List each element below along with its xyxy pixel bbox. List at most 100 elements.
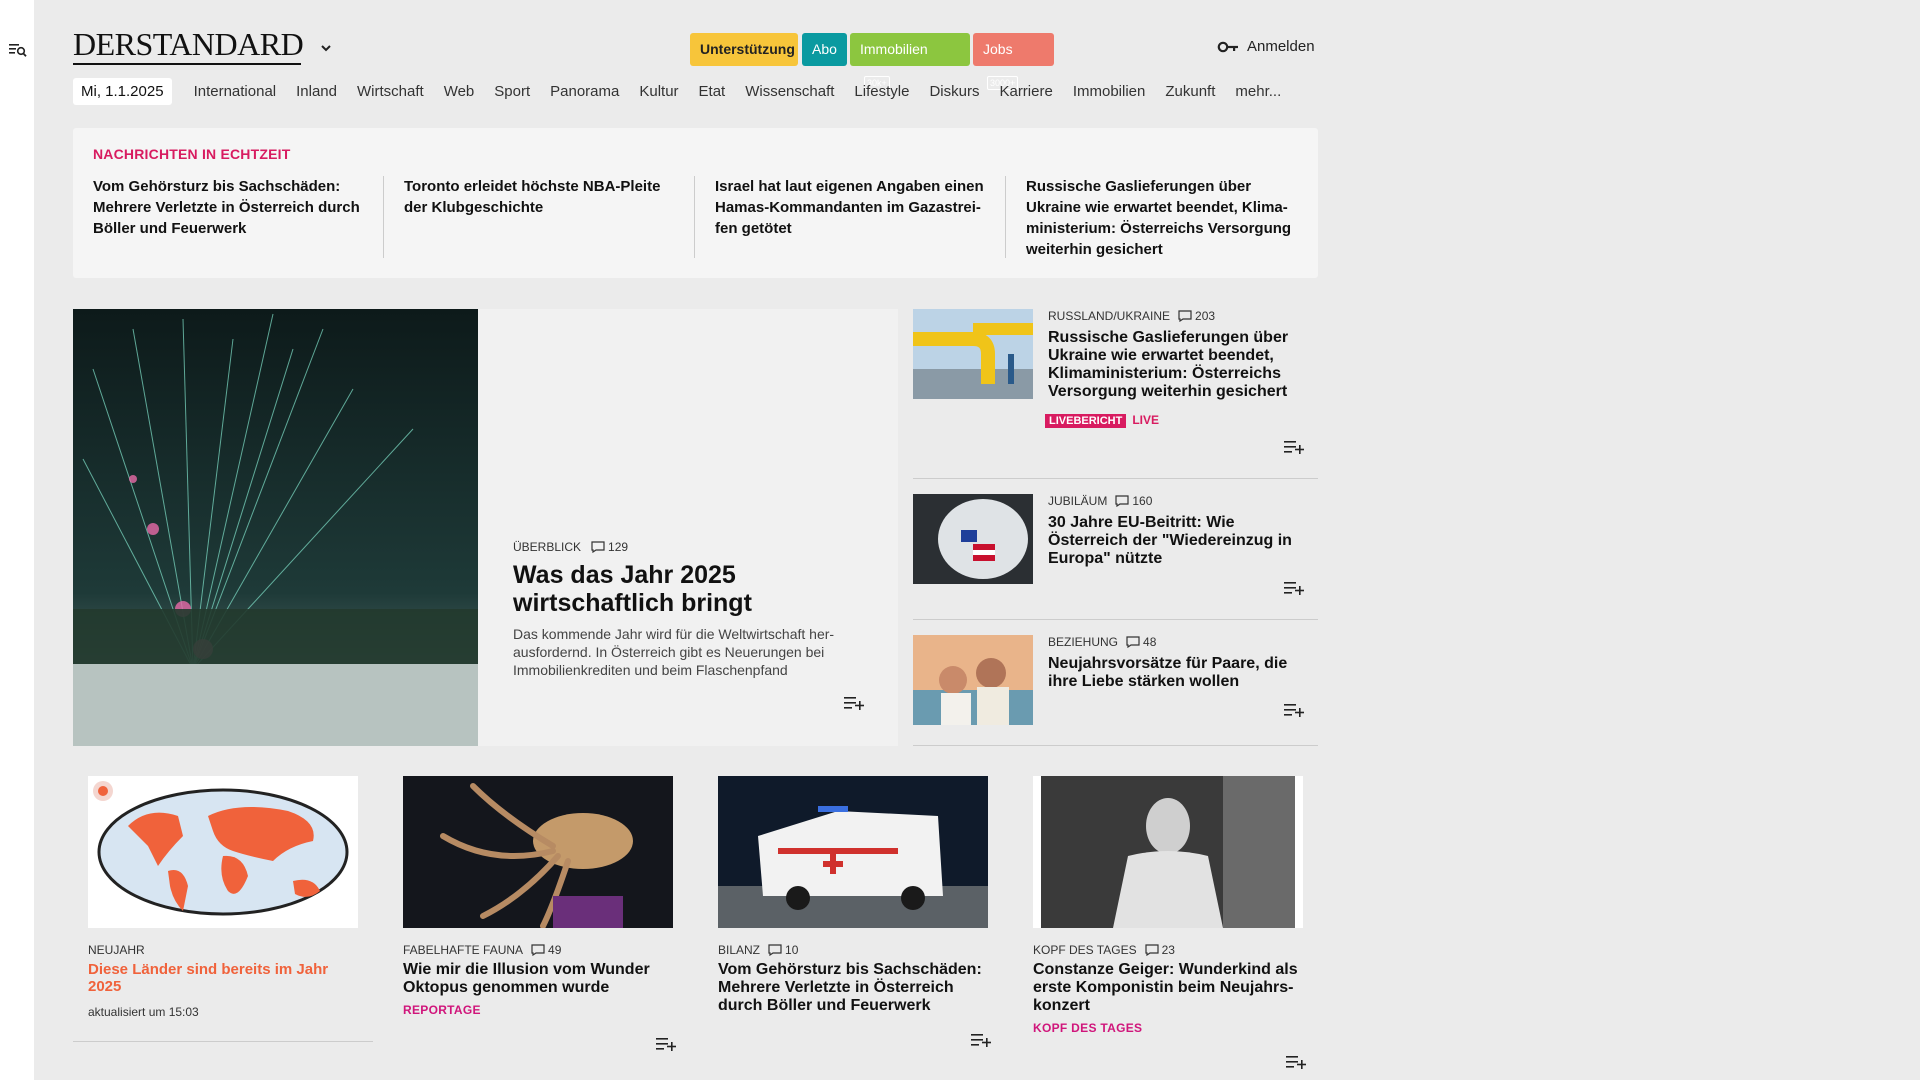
- comment-icon: [531, 944, 545, 956]
- live-ticker: NACHRICHTEN IN ECHTZEIT Vom Gehörsturz b…: [73, 128, 1318, 278]
- nav-item-zukunft[interactable]: Zukunft: [1155, 83, 1225, 100]
- card-title[interactable]: Wie mir die Illusion vom Wunder Oktopus …: [403, 961, 673, 997]
- side-category: JUBILÄUM: [1048, 494, 1108, 508]
- jobs-button[interactable]: Jobs 3000+: [973, 33, 1054, 90]
- card-comment-count: 10: [785, 943, 799, 957]
- comment-icon: [1126, 636, 1140, 648]
- card-comment-count: 23: [1161, 943, 1175, 957]
- card-category: BILANZ: [718, 943, 761, 957]
- nav-item-kultur[interactable]: Kultur: [629, 83, 688, 100]
- ticker-divider: [694, 176, 695, 258]
- add-to-list-icon[interactable]: [970, 1032, 992, 1048]
- left-rail: [0, 0, 34, 1080]
- comment-icon: [1115, 495, 1129, 507]
- ticker-item[interactable]: Vom Gehörsturz bis Sachschäden: Mehrere …: [93, 176, 383, 260]
- side-comments[interactable]: 48: [1126, 635, 1156, 649]
- ticker-list: Vom Gehörsturz bis Sachschäden: Mehrere …: [93, 176, 1316, 260]
- login-label: Anmelden: [1247, 38, 1315, 55]
- nav-item-etat[interactable]: Etat: [689, 83, 736, 100]
- side-comment-count: 48: [1143, 635, 1157, 649]
- ticker-heading: NACHRICHTEN IN ECHTZEIT: [93, 146, 291, 162]
- card-title[interactable]: Vom Gehörsturz bis Sachschäden: Mehrere …: [718, 961, 988, 1015]
- nav-item-panorama[interactable]: Panorama: [540, 83, 629, 100]
- abo-button[interactable]: Abo: [802, 33, 847, 66]
- divider: [913, 745, 1318, 746]
- portrait-engraving-image: [1033, 776, 1303, 928]
- add-to-list-icon[interactable]: [655, 1036, 677, 1052]
- article-card[interactable]: NEUJAHR Diese Länder sind bereits im Jah…: [88, 776, 358, 1019]
- card-title[interactable]: Diese Länder sind bereits im Jahr 2025: [88, 961, 358, 995]
- hero-article[interactable]: ÜBERBLICK 129 Was das Jahr 2025 wirtscha…: [73, 309, 898, 746]
- nav-item-international[interactable]: International: [184, 83, 287, 100]
- nav-item-inland[interactable]: Inland: [286, 83, 347, 100]
- nav-item-diskurs[interactable]: Diskurs: [919, 83, 989, 100]
- hero-kicker: ÜBERBLICK 129: [513, 540, 628, 554]
- ambulance-image: [718, 776, 988, 928]
- comment-icon: [1144, 944, 1159, 956]
- card-comments[interactable]: 49: [531, 943, 561, 957]
- side-kicker: RUSSLAND/UKRAINE 203: [1048, 309, 1215, 323]
- octopus-image: [403, 776, 673, 929]
- ticker-divider: [383, 176, 384, 258]
- add-to-list-icon[interactable]: [1283, 580, 1305, 596]
- site-logo[interactable]: DERSTANDARD: [73, 28, 304, 60]
- article-card[interactable]: BILANZ 10 Vom Gehörsturz bis Sachschäden…: [718, 776, 991, 1047]
- support-button[interactable]: Unterstützung: [690, 33, 798, 66]
- card-title[interactable]: Constanze Geiger: Wunderkind als erste K…: [1033, 961, 1303, 1015]
- side-comments[interactable]: 160: [1115, 494, 1152, 508]
- fireworks-image: [73, 309, 478, 746]
- side-article[interactable]: RUSSLAND/UKRAINE 203 Russische Gasliefer…: [913, 309, 1318, 459]
- nav-item-immobilien[interactable]: Immobilien: [1063, 83, 1156, 100]
- side-article[interactable]: JUBILÄUM 160 30 Jahre EU-Beitritt: Wie Ö…: [913, 494, 1318, 604]
- add-to-list-icon[interactable]: [843, 695, 865, 711]
- divider: [73, 1041, 373, 1042]
- nav-item-more[interactable]: mehr...: [1225, 83, 1291, 100]
- jobs-label: Jobs: [983, 41, 1013, 57]
- menu-search-icon[interactable]: [8, 42, 28, 58]
- card-kicker: KOPF DES TAGES 23: [1033, 943, 1303, 957]
- card-comment-count: 49: [548, 943, 562, 957]
- ticker-item[interactable]: Russische Gaslieferungen über Ukraine wi…: [1026, 176, 1316, 260]
- add-to-list-icon[interactable]: [1283, 702, 1305, 718]
- nav-item-wissenschaft[interactable]: Wissenschaft: [735, 83, 844, 100]
- immobilien-label: Immobilien: [860, 41, 928, 57]
- add-to-list-icon[interactable]: [1285, 1054, 1307, 1070]
- article-card[interactable]: FABELHAFTE FAUNA 49 Wie mir die Illusion…: [403, 776, 676, 1051]
- hero-category: ÜBERBLICK: [513, 540, 582, 554]
- card-kicker: BILANZ 10: [718, 943, 988, 957]
- ticker-item[interactable]: Israel hat laut eigenen Angaben einen Ha…: [715, 176, 1005, 260]
- hero-title[interactable]: Was das Jahr 2025 wirtschaftlich bringt: [513, 561, 853, 617]
- card-comments[interactable]: 10: [768, 943, 798, 957]
- side-title[interactable]: Neujahrsvorsätze für Paare, die ihre Lie…: [1048, 655, 1303, 691]
- key-icon: [1217, 41, 1238, 52]
- immobilien-button[interactable]: Immobilien 30k+: [850, 33, 970, 90]
- add-to-list-icon[interactable]: [1283, 439, 1305, 455]
- nav-item-web[interactable]: Web: [434, 83, 485, 100]
- logo-underline: [73, 63, 301, 65]
- card-category: FABELHAFTE FAUNA: [403, 943, 524, 957]
- card-kicker: NEUJAHR: [88, 943, 358, 957]
- side-title[interactable]: Russische Gaslieferungen über Ukraine wi…: [1048, 329, 1303, 401]
- hero-comments[interactable]: 129: [591, 540, 628, 554]
- chevron-down-icon[interactable]: [318, 40, 334, 56]
- comment-icon: [591, 541, 605, 553]
- divider: [913, 478, 1318, 479]
- article-card[interactable]: KOPF DES TAGES 23 Constanze Geiger: Wund…: [1033, 776, 1306, 1069]
- nav-item-karriere[interactable]: Karriere: [989, 83, 1062, 100]
- hero-lead: Das kommende Jahr wird für die Weltwirts…: [513, 626, 835, 678]
- side-article[interactable]: BEZIEHUNG 48 Neujahrsvorsätze für Paare,…: [913, 635, 1318, 735]
- card-comments[interactable]: 23: [1144, 943, 1175, 957]
- side-category: BEZIEHUNG: [1048, 635, 1119, 649]
- side-title[interactable]: 30 Jahre EU-Beitritt: Wie Österreich der…: [1048, 514, 1303, 568]
- side-kicker: JUBILÄUM 160: [1048, 494, 1152, 508]
- side-comments[interactable]: 203: [1178, 309, 1215, 323]
- live-label: LIVE: [1132, 413, 1160, 427]
- nav-item-wirtschaft[interactable]: Wirtschaft: [347, 83, 434, 100]
- login-button[interactable]: Anmelden: [1217, 38, 1315, 55]
- nav-item-sport[interactable]: Sport: [484, 83, 540, 100]
- nav-item-lifestyle[interactable]: Lifestyle: [844, 83, 919, 100]
- livebericht-badge: LIVEBERICHT: [1045, 414, 1127, 428]
- side-comment-count: 160: [1132, 494, 1153, 508]
- ticker-divider: [1005, 176, 1006, 258]
- ticker-item[interactable]: Toronto erleidet höchste NBA-Pleite der …: [404, 176, 694, 260]
